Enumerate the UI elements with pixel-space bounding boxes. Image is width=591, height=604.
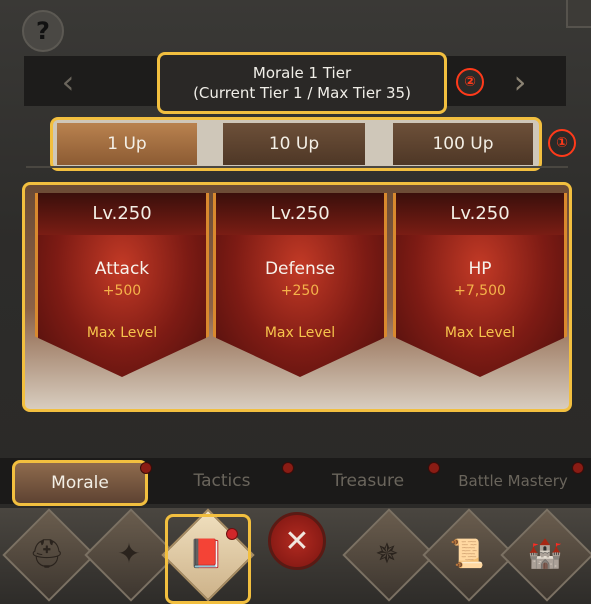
scroll-icon: 📜 xyxy=(449,536,485,570)
card-level: Lv.250 xyxy=(270,203,330,224)
tab-battle-mastery[interactable]: Battle Mastery xyxy=(446,458,580,504)
notification-dot xyxy=(282,462,294,474)
eagle-emblem-icon: ✵ xyxy=(375,536,399,570)
close-button[interactable]: ✕ xyxy=(268,512,326,570)
selected-highlight xyxy=(165,514,251,604)
help-button[interactable]: ? xyxy=(22,10,64,52)
upgrade-step-selector: 1 Up 10 Up 100 Up xyxy=(50,117,542,171)
hp-card[interactable]: Lv.250 HP +7,500 Max Level xyxy=(393,193,567,377)
morale-panel: ? ‹ › Morale 1 Tier (Current Tier 1 / Ma… xyxy=(0,0,591,604)
stat-cards: Lv.250 Attack +500 Max Level Lv.250 Defe… xyxy=(22,182,572,412)
up-1-button[interactable]: 1 Up xyxy=(57,123,197,165)
castle-icon: 🏰 xyxy=(527,536,563,570)
category-tabs: Morale Tactics Treasure Battle Mastery xyxy=(0,458,591,506)
callout-2: ② xyxy=(456,68,484,96)
corner-panel xyxy=(566,0,591,28)
card-status: Max Level xyxy=(444,325,516,341)
close-icon: ✕ xyxy=(284,523,310,559)
callout-1: ① xyxy=(548,129,576,157)
up-100-button[interactable]: 100 Up xyxy=(393,123,533,165)
card-level: Lv.250 xyxy=(450,203,510,224)
notification-dot xyxy=(428,462,440,474)
card-bonus: +250 xyxy=(280,283,320,299)
next-tier-arrow[interactable]: › xyxy=(510,63,530,101)
tier-subtitle: (Current Tier 1 / Max Tier 35) xyxy=(193,84,411,102)
notification-dot xyxy=(572,462,584,474)
defense-card[interactable]: Lv.250 Defense +250 Max Level xyxy=(213,193,387,377)
scroll-crate-icon: ✦ xyxy=(117,536,141,570)
card-stat: Defense xyxy=(264,259,336,279)
attack-card[interactable]: Lv.250 Attack +500 Max Level xyxy=(35,193,209,377)
card-level: Lv.250 xyxy=(92,203,152,224)
card-status: Max Level xyxy=(264,325,336,341)
tier-info: Morale 1 Tier (Current Tier 1 / Max Tier… xyxy=(157,52,447,114)
divider xyxy=(26,166,568,168)
card-status: Max Level xyxy=(86,325,158,341)
up-10-button[interactable]: 10 Up xyxy=(223,123,365,165)
card-stat: Attack xyxy=(94,259,150,279)
card-bonus: +7,500 xyxy=(454,283,506,299)
question-icon: ? xyxy=(36,17,50,45)
card-stat: HP xyxy=(468,259,492,279)
helmet-icon: ⛑ xyxy=(29,536,65,570)
notification-dot xyxy=(140,462,152,474)
tab-treasure[interactable]: Treasure xyxy=(314,458,422,504)
tier-title: Morale 1 Tier xyxy=(252,64,352,82)
prev-tier-arrow[interactable]: ‹ xyxy=(58,63,78,101)
tab-morale[interactable]: Morale xyxy=(12,460,148,506)
tab-tactics[interactable]: Tactics xyxy=(170,458,274,504)
card-bonus: +500 xyxy=(102,283,142,299)
